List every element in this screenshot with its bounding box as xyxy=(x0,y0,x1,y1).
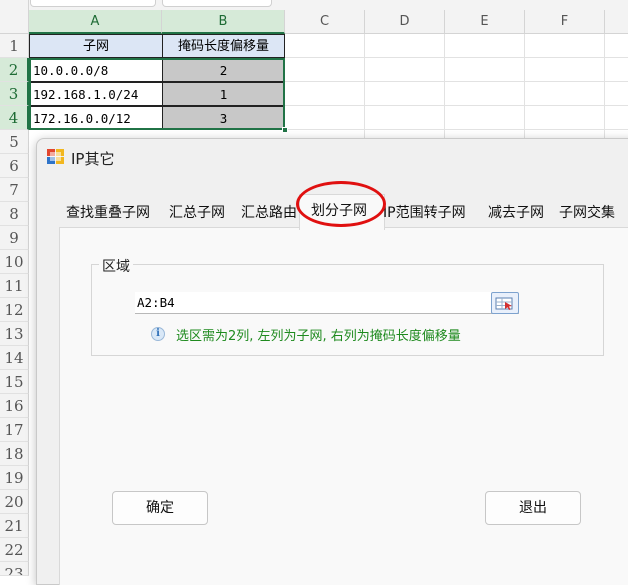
cell-b3[interactable]: 1 xyxy=(162,82,285,106)
range-hint: 选区需为2列, 左列为子网, 右列为掩码长度偏移量 xyxy=(176,329,461,344)
cell-a3[interactable]: 192.168.1.0/24 xyxy=(29,82,163,106)
row-header[interactable]: 10 xyxy=(0,250,29,274)
ok-button[interactable]: 确定 xyxy=(112,491,208,525)
col-header-g[interactable] xyxy=(605,10,628,34)
tab-subtract-subnet[interactable]: 减去子网 xyxy=(488,202,544,224)
cell-b2[interactable]: 2 xyxy=(162,58,285,82)
row-header[interactable]: 16 xyxy=(0,394,29,418)
cell-a2[interactable]: 10.0.0.0/8 xyxy=(29,58,163,82)
row-header[interactable]: 3 xyxy=(0,82,29,106)
tab-ip-range-to-subnet[interactable]: IP范围转子网 xyxy=(383,202,466,224)
row-header[interactable]: 13 xyxy=(0,322,29,346)
row-header[interactable]: 19 xyxy=(0,466,29,490)
row-header[interactable]: 6 xyxy=(0,154,29,178)
app-icon xyxy=(47,149,64,164)
tab-fragment xyxy=(162,0,272,7)
row-header[interactable]: 8 xyxy=(0,202,29,226)
tab-summarize-route[interactable]: 汇总路由 xyxy=(241,202,297,224)
info-icon: i xyxy=(151,327,165,341)
row-header[interactable]: 5 xyxy=(0,130,29,154)
col-header-e[interactable]: E xyxy=(445,10,525,34)
tab-summarize-subnet[interactable]: 汇总子网 xyxy=(169,202,225,224)
row-header[interactable]: 15 xyxy=(0,370,29,394)
tab-subnet-intersection[interactable]: 子网交集 xyxy=(559,202,615,224)
row-header[interactable]: 7 xyxy=(0,178,29,202)
row-header[interactable]: 2 xyxy=(0,58,29,82)
cell-b4[interactable]: 3 xyxy=(162,106,285,130)
exit-button[interactable]: 退出 xyxy=(485,491,581,525)
range-picker-icon xyxy=(495,297,513,310)
tab-split-subnet[interactable]: 划分子网 xyxy=(311,200,367,222)
range-select-button[interactable] xyxy=(491,292,519,314)
cell-a4[interactable]: 172.16.0.0/12 xyxy=(29,106,163,130)
row-header[interactable]: 1 xyxy=(0,34,29,58)
dialog-titlebar[interactable]: IP其它 xyxy=(37,139,628,177)
cell-b1[interactable]: 掩码长度偏移量 xyxy=(162,34,285,58)
select-all-corner[interactable] xyxy=(0,0,29,34)
tab-find-overlap[interactable]: 查找重叠子网 xyxy=(66,202,150,224)
row-header[interactable]: 22 xyxy=(0,538,29,562)
col-header-b[interactable]: B xyxy=(162,10,285,34)
dialog-title: IP其它 xyxy=(71,150,115,168)
row-header[interactable]: 17 xyxy=(0,418,29,442)
row-header[interactable]: 23 xyxy=(0,562,29,576)
col-header-c[interactable]: C xyxy=(285,10,365,34)
row-header[interactable]: 21 xyxy=(0,514,29,538)
row-header[interactable]: 14 xyxy=(0,346,29,370)
row-header[interactable]: 20 xyxy=(0,490,29,514)
row-header[interactable]: 4 xyxy=(0,106,29,130)
row-header[interactable]: 18 xyxy=(0,442,29,466)
row-header[interactable]: 12 xyxy=(0,298,29,322)
cell-a1[interactable]: 子网 xyxy=(29,34,163,58)
range-input[interactable] xyxy=(135,292,519,314)
row-header[interactable]: 11 xyxy=(0,274,29,298)
col-header-a[interactable]: A xyxy=(29,10,162,34)
col-header-d[interactable]: D xyxy=(365,10,445,34)
col-header-f[interactable]: F xyxy=(525,10,605,34)
ip-other-dialog: IP其它 查找重叠子网 汇总子网 汇总路由 划分子网 IP范围转子网 减去子网 … xyxy=(36,138,628,585)
row-header[interactable]: 9 xyxy=(0,226,29,250)
fill-handle[interactable] xyxy=(282,127,288,133)
range-group-label: 区域 xyxy=(99,256,133,276)
tab-fragment xyxy=(30,0,156,7)
